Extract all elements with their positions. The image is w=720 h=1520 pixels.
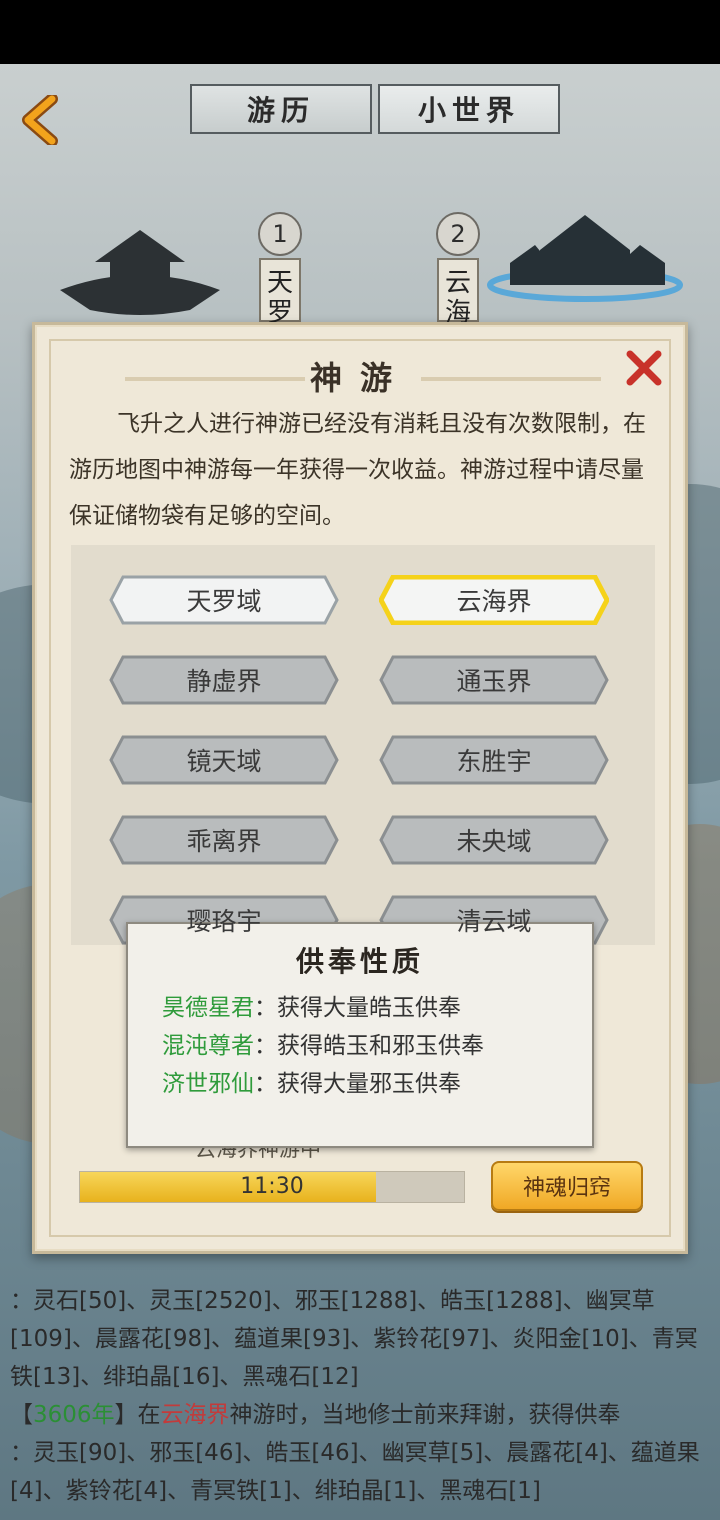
deity-desc: 获得皓玉和邪玉供奉 (277, 1033, 484, 1059)
tooltip-row: 昊德星君：获得大量皓玉供奉 (162, 988, 461, 1022)
realm-button[interactable]: 乖离界 (109, 815, 339, 865)
return-soul-button[interactable]: 神魂归窍 (491, 1161, 643, 1211)
stage-2-badge[interactable]: 2 (436, 212, 480, 256)
realm-button[interactable]: 云海界 (379, 575, 609, 625)
realm-label: 静虚界 (186, 667, 262, 696)
realm-button[interactable]: 未央域 (379, 815, 609, 865)
stage-1-badge[interactable]: 1 (258, 212, 302, 256)
tooltip-row: 混沌尊者：获得皓玉和邪玉供奉 (162, 1026, 484, 1060)
reward-log: ：灵石[50]、灵玉[2520]、邪玉[1288]、皓玉[1288]、幽冥草[1… (10, 1282, 714, 1510)
stage-1-label[interactable]: 天罗 (259, 258, 301, 328)
realm-label: 清云域 (456, 907, 532, 936)
travel-progress-bar: 11:30 (79, 1171, 465, 1203)
tianluo-island-icon (60, 230, 220, 315)
separator: ： (254, 1071, 277, 1097)
dialog-title: 神游 (309, 359, 410, 397)
tab-small-world[interactable]: 小世界 (378, 84, 560, 134)
bracket-close: 】 (114, 1402, 138, 1428)
realm-list: 天罗域 云海界 静虚界 通玉界 镜天域 东胜宇 乖离界 未央域 璎珞宇 清云域 (71, 545, 655, 945)
tooltip-title: 供奉性质 (295, 945, 424, 978)
bracket-open: 【 (10, 1402, 33, 1428)
tooltip-row: 济世邪仙：获得大量邪玉供奉 (162, 1064, 461, 1098)
log-entry: 【3606年】在云海界神游时，当地修士前来拜谢，获得供奉 (10, 1396, 714, 1434)
stage-2-label[interactable]: 云海 (437, 258, 479, 328)
progress-time: 11:30 (240, 1174, 304, 1199)
realm-button[interactable]: 镜天域 (109, 735, 339, 785)
deity-name: 昊德星君 (162, 995, 254, 1021)
tab-bar: 游历 小世界 (190, 84, 570, 136)
log-line: ：灵玉[90]、邪玉[46]、皓玉[46]、幽冥草[5]、晨露花[4]、蕴道果[… (10, 1440, 700, 1504)
log-place: 云海界 (160, 1402, 230, 1428)
realm-label: 云海界 (456, 587, 532, 616)
close-icon (626, 350, 662, 386)
realm-label: 通玉界 (456, 667, 532, 696)
log-entry-text: 神游时，当地修士前来拜谢，获得供奉 (229, 1402, 621, 1428)
offering-tooltip: 供奉性质 昊德星君：获得大量皓玉供奉 混沌尊者：获得皓玉和邪玉供奉 济世邪仙：获… (126, 922, 594, 1148)
realm-label: 璎珞宇 (186, 907, 262, 936)
status-bar (0, 0, 720, 64)
log-line: ：灵石[50]、灵玉[2520]、邪玉[1288]、皓玉[1288]、幽冥草[1… (10, 1288, 698, 1390)
realm-label: 镜天域 (186, 747, 262, 776)
yunhai-island-icon (487, 215, 683, 302)
tab-travel[interactable]: 游历 (190, 84, 372, 134)
realm-button[interactable]: 通玉界 (379, 655, 609, 705)
realm-label: 未央域 (456, 827, 532, 856)
log-year: 3606年 (33, 1402, 115, 1428)
realm-button[interactable]: 东胜宇 (379, 735, 609, 785)
separator: ： (254, 1033, 277, 1059)
close-button[interactable] (621, 345, 667, 391)
deity-desc: 获得大量邪玉供奉 (277, 1071, 461, 1097)
separator: ： (254, 995, 277, 1021)
deity-desc: 获得大量皓玉供奉 (277, 995, 461, 1021)
back-button[interactable] (10, 90, 70, 150)
realm-label: 东胜宇 (456, 747, 532, 776)
dialog-description: 飞升之人进行神游已经没有消耗且没有次数限制，在游历地图中神游每一年获得一次收益。… (69, 411, 646, 529)
realm-button[interactable]: 静虚界 (109, 655, 339, 705)
deity-name: 混沌尊者 (162, 1033, 254, 1059)
realm-label: 天罗域 (186, 587, 262, 616)
back-arrow-icon (22, 95, 58, 145)
log-in: 在 (137, 1402, 161, 1428)
realm-button[interactable]: 天罗域 (109, 575, 339, 625)
realm-label: 乖离界 (186, 827, 262, 856)
deity-name: 济世邪仙 (162, 1071, 254, 1097)
